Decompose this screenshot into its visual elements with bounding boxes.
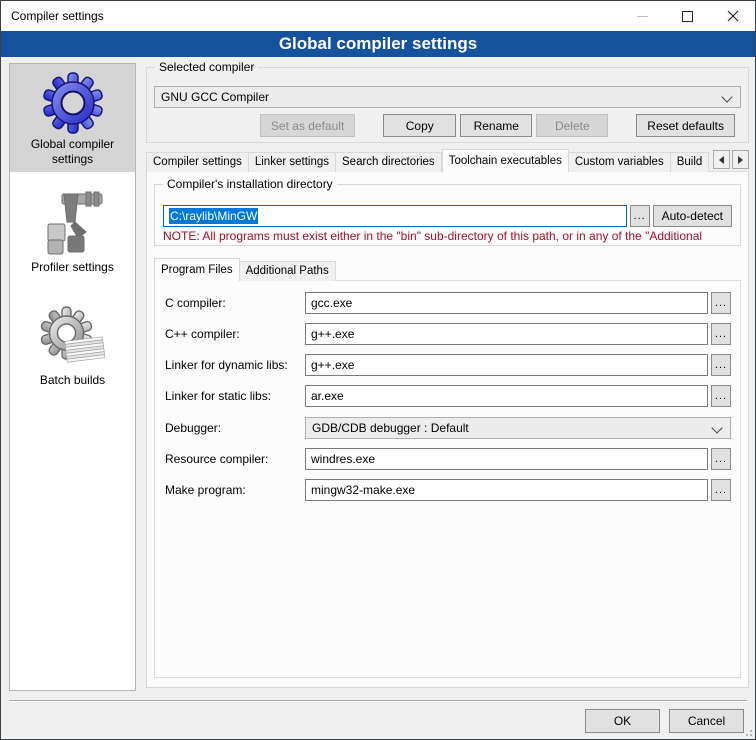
auto-detect-button[interactable]: Auto-detect: [653, 205, 732, 227]
chevron-down-icon: [711, 422, 722, 433]
footer-divider: [9, 700, 747, 702]
tab-custom-variables[interactable]: Custom variables: [569, 152, 671, 172]
installation-directory-row: C:\raylib\MinGW ... Auto-detect: [163, 205, 732, 227]
minimize-icon: [637, 16, 648, 17]
compiler-settings-dialog: Compiler settings Global compiler settin…: [0, 0, 756, 740]
bin-subdirectory-note: NOTE: All programs must exist either in …: [163, 229, 740, 243]
cpp-compiler-label: C++ compiler:: [165, 327, 305, 341]
tab-scroll-left-button[interactable]: [713, 150, 730, 169]
window-title: Compiler settings: [11, 1, 104, 31]
settings-category-list: Global compiler settings Profiler settin…: [9, 63, 136, 691]
rename-button[interactable]: Rename: [460, 114, 532, 137]
c-compiler-row: C compiler: gcc.exe ...: [165, 291, 731, 314]
tab-search-directories[interactable]: Search directories: [336, 152, 442, 172]
dynamic-linker-value: g++.exe: [311, 358, 354, 372]
make-program-label: Make program:: [165, 483, 305, 497]
tab-build-options[interactable]: Build: [671, 152, 709, 172]
minimize-button[interactable]: [620, 1, 665, 31]
selected-compiler-group: Selected compiler GNU GCC Compiler Set a…: [146, 67, 749, 143]
cpp-compiler-row: C++ compiler: g++.exe ...: [165, 322, 731, 345]
tab-scroll-right-button[interactable]: [732, 150, 749, 169]
c-compiler-browse-button[interactable]: ...: [711, 292, 731, 314]
static-linker-row: Linker for static libs: ar.exe ...: [165, 384, 731, 407]
installation-directory-group: Compiler's installation directory C:\ray…: [154, 184, 741, 246]
resource-compiler-value: windres.exe: [311, 452, 375, 466]
c-compiler-label: C compiler:: [165, 296, 305, 310]
sidebar-item-label: Profiler settings: [10, 258, 135, 275]
installation-directory-input[interactable]: C:\raylib\MinGW: [163, 205, 627, 227]
installation-directory-value: C:\raylib\MinGW: [169, 208, 258, 224]
static-linker-input[interactable]: ar.exe: [305, 385, 708, 407]
batch-builds-icon: [40, 305, 106, 371]
c-compiler-input[interactable]: gcc.exe: [305, 292, 708, 314]
resize-grip[interactable]: [743, 727, 753, 737]
maximize-icon: [682, 11, 693, 22]
c-compiler-value: gcc.exe: [311, 296, 352, 310]
set-as-default-button[interactable]: Set as default: [260, 114, 355, 137]
close-icon: [727, 10, 739, 22]
compiler-actions: Set as default Copy Rename Delete Reset …: [260, 114, 735, 137]
make-program-browse-button[interactable]: ...: [711, 479, 731, 501]
page-title: Global compiler settings: [1, 31, 755, 57]
debugger-label: Debugger:: [165, 421, 305, 435]
right-arrow-icon: [738, 156, 743, 164]
make-program-value: mingw32-make.exe: [311, 483, 415, 497]
resource-compiler-row: Resource compiler: windres.exe ...: [165, 447, 731, 470]
resource-compiler-label: Resource compiler:: [165, 452, 305, 466]
close-button[interactable]: [710, 1, 755, 31]
cancel-button[interactable]: Cancel: [669, 709, 744, 733]
selected-compiler-group-label: Selected compiler: [155, 60, 258, 75]
sidebar-item-profiler-settings[interactable]: Profiler settings: [10, 188, 135, 275]
program-files-tabs: Program Files Additional Paths: [154, 258, 741, 281]
maximize-button[interactable]: [665, 1, 710, 31]
static-linker-browse-button[interactable]: ...: [711, 385, 731, 407]
tab-compiler-settings[interactable]: Compiler settings: [146, 152, 249, 172]
program-files-page: C compiler: gcc.exe ... C++ compiler: g+…: [154, 280, 741, 678]
titlebar[interactable]: Compiler settings: [1, 1, 755, 31]
dynamic-linker-browse-button[interactable]: ...: [711, 354, 731, 376]
sidebar-item-label: Batch builds: [10, 371, 135, 388]
sidebar-item-global-compiler-settings[interactable]: Global compiler settings: [10, 64, 135, 172]
debugger-select[interactable]: GDB/CDB debugger : Default: [305, 417, 731, 439]
reset-defaults-button[interactable]: Reset defaults: [636, 114, 735, 137]
debugger-value: GDB/CDB debugger : Default: [312, 421, 469, 435]
delete-button[interactable]: Delete: [536, 114, 608, 137]
tab-toolchain-executables[interactable]: Toolchain executables: [442, 149, 569, 172]
tab-scroll-controls: [713, 149, 749, 169]
static-linker-value: ar.exe: [311, 389, 344, 403]
dynamic-linker-label: Linker for dynamic libs:: [165, 358, 305, 372]
cpp-compiler-browse-button[interactable]: ...: [711, 323, 731, 345]
tab-program-files[interactable]: Program Files: [154, 258, 240, 281]
sidebar-item-batch-builds[interactable]: Batch builds: [10, 305, 135, 388]
left-arrow-icon: [719, 156, 724, 164]
make-program-input[interactable]: mingw32-make.exe: [305, 479, 708, 501]
sidebar-item-label: Global compiler settings: [10, 135, 135, 167]
installation-directory-browse-button[interactable]: ...: [630, 205, 650, 227]
installation-directory-group-label: Compiler's installation directory: [163, 177, 337, 192]
tab-additional-paths[interactable]: Additional Paths: [240, 261, 336, 281]
chevron-down-icon: [721, 91, 732, 102]
ok-button[interactable]: OK: [585, 709, 660, 733]
compiler-select-value: GNU GCC Compiler: [161, 90, 269, 104]
cpp-compiler-input[interactable]: g++.exe: [305, 323, 708, 345]
static-linker-label: Linker for static libs:: [165, 389, 305, 403]
profiler-icon: [38, 188, 108, 258]
resource-compiler-browse-button[interactable]: ...: [711, 448, 731, 470]
cpp-compiler-value: g++.exe: [311, 327, 354, 341]
debugger-row: Debugger: GDB/CDB debugger : Default: [165, 416, 731, 439]
dynamic-linker-row: Linker for dynamic libs: g++.exe ...: [165, 353, 731, 376]
compiler-select[interactable]: GNU GCC Compiler: [154, 86, 741, 108]
make-program-row: Make program: mingw32-make.exe ...: [165, 478, 731, 501]
toolchain-executables-page: Compiler's installation directory C:\ray…: [146, 171, 749, 688]
tab-linker-settings[interactable]: Linker settings: [249, 152, 336, 172]
blue-gear-icon: [41, 71, 105, 135]
dynamic-linker-input[interactable]: g++.exe: [305, 354, 708, 376]
resource-compiler-input[interactable]: windres.exe: [305, 448, 708, 470]
copy-button[interactable]: Copy: [383, 114, 456, 137]
compiler-tabs: Compiler settings Linker settings Search…: [146, 149, 749, 172]
